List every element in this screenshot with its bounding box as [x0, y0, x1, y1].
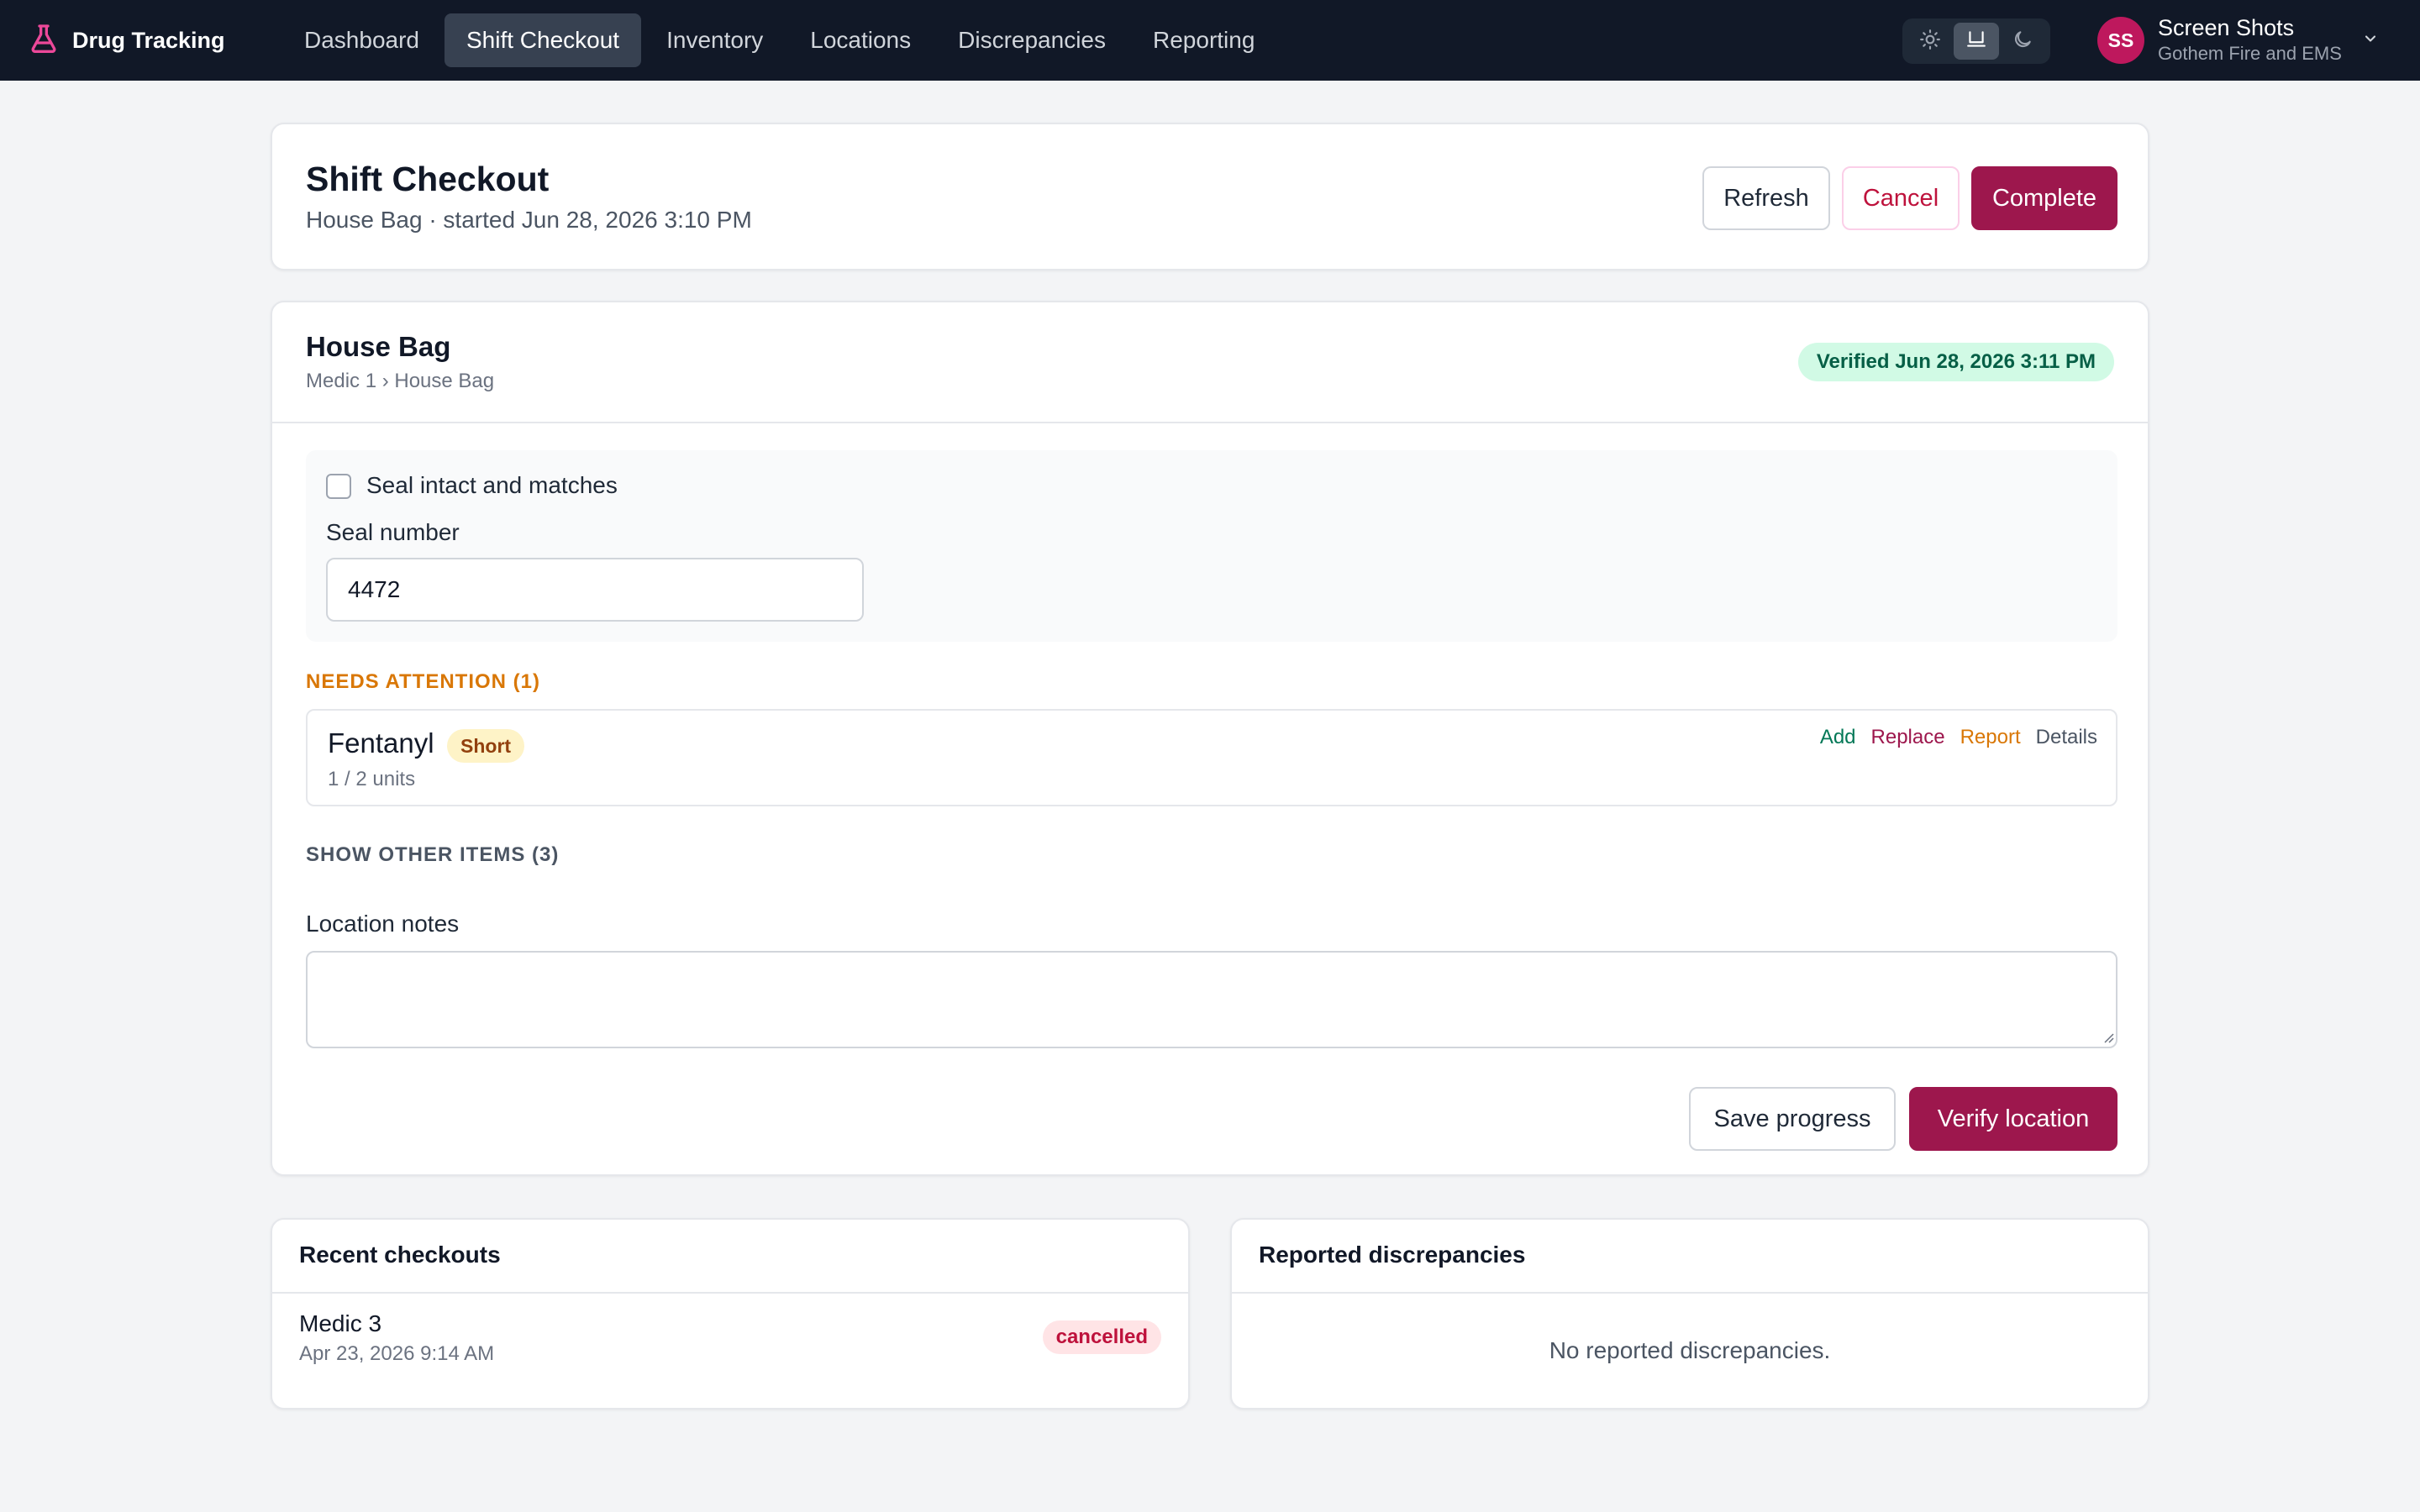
brand-name: Drug Tracking — [72, 27, 225, 53]
avatar: SS — [2097, 17, 2144, 64]
verify-location-button[interactable]: Verify location — [1909, 1087, 2118, 1151]
page-subtitle: House Bag · started Jun 28, 2026 3:10 PM — [306, 207, 752, 233]
user-menu[interactable]: SS Screen Shots Gothem Fire and EMS — [2097, 0, 2379, 81]
seal-section: Seal intact and matches Seal number 4472 — [306, 450, 2118, 642]
seal-number-label: Seal number — [326, 519, 460, 545]
refresh-button[interactable]: Refresh — [1702, 166, 1830, 230]
details-link[interactable]: Details — [2036, 726, 2097, 749]
show-other-items-toggle[interactable]: SHOW OTHER ITEMS (3) — [306, 843, 559, 867]
theme-dark-button[interactable] — [2000, 23, 2045, 60]
cancel-button[interactable]: Cancel — [1842, 166, 1960, 230]
status-badge: cancelled — [1042, 1320, 1161, 1354]
seal-number-input[interactable]: 4472 — [326, 558, 864, 622]
theme-toggle — [1902, 18, 2050, 64]
location-notes-textarea[interactable] — [306, 951, 2118, 1048]
main-nav-tabs: Dashboard Shift Checkout Inventory Locat… — [282, 13, 1280, 67]
top-nav-bar: Drug Tracking Dashboard Shift Checkout I… — [0, 0, 2420, 81]
brand[interactable]: Drug Tracking — [27, 0, 225, 81]
location-breadcrumb: Medic 1 › House Bag — [306, 370, 495, 392]
add-link[interactable]: Add — [1820, 726, 1856, 749]
save-progress-button[interactable]: Save progress — [1689, 1087, 1896, 1151]
recent-checkouts-title: Recent checkouts — [299, 1242, 501, 1268]
chevron-down-icon — [2362, 30, 2379, 51]
item-units: 1 / 2 units — [328, 768, 416, 790]
seal-intact-checkbox[interactable] — [326, 474, 351, 499]
nav-tab-reporting[interactable]: Reporting — [1131, 13, 1276, 67]
resize-grip-icon[interactable] — [2102, 1032, 2114, 1043]
location-notes-label: Location notes — [306, 911, 460, 937]
empty-state-text: No reported discrepancies. — [1549, 1337, 1831, 1363]
needs-attention-heading: NEEDS ATTENTION (1) — [306, 670, 541, 693]
report-link[interactable]: Report — [1960, 726, 2021, 749]
flask-icon — [27, 22, 60, 60]
moon-icon — [2012, 29, 2033, 55]
location-title: House Bag — [306, 331, 451, 362]
recent-checkouts-card: Recent checkouts Medic 3 Apr 23, 2026 9:… — [271, 1218, 1190, 1410]
theme-system-button[interactable] — [1953, 23, 1999, 60]
verified-badge: Verified Jun 28, 2026 3:11 PM — [1797, 343, 2114, 381]
page-title: Shift Checkout — [306, 160, 550, 198]
replace-link[interactable]: Replace — [1871, 726, 1945, 749]
status-badge: Short — [447, 729, 525, 763]
checkout-name: Medic 3 — [299, 1310, 382, 1336]
reported-discrepancies-header: Reported discrepancies — [1232, 1220, 2148, 1294]
reported-discrepancies-title: Reported discrepancies — [1259, 1242, 1526, 1268]
user-name: Screen Shots — [2158, 15, 2295, 40]
nav-tab-inventory[interactable]: Inventory — [644, 13, 785, 67]
theme-light-button[interactable] — [1907, 23, 1953, 60]
user-org: Gothem Fire and EMS — [2158, 43, 2342, 64]
location-header: House Bag Medic 1 › House Bag Verified J… — [272, 302, 2148, 423]
nav-tab-locations[interactable]: Locations — [788, 13, 933, 67]
nav-tab-discrepancies[interactable]: Discrepancies — [936, 13, 1128, 67]
item-name: Fentanyl — [328, 727, 434, 759]
item-actions: Add Replace Report Details — [1805, 726, 2097, 749]
list-item: Fentanyl Short 1 / 2 units Add Replace R… — [306, 709, 2118, 806]
recent-checkouts-header: Recent checkouts — [272, 1220, 1188, 1294]
sun-icon — [1919, 29, 1941, 55]
location-card: House Bag Medic 1 › House Bag Verified J… — [271, 301, 2149, 1176]
nav-tab-shift-checkout[interactable]: Shift Checkout — [444, 13, 642, 67]
page-header-card: Shift Checkout House Bag · started Jun 2… — [271, 123, 2149, 270]
reported-discrepancies-card: Reported discrepancies No reported discr… — [1230, 1218, 2149, 1410]
seal-intact-label[interactable]: Seal intact and matches — [366, 472, 618, 499]
checkout-date: Apr 23, 2026 9:14 AM — [299, 1342, 495, 1365]
complete-button[interactable]: Complete — [1971, 166, 2118, 230]
monitor-icon — [1965, 29, 1987, 55]
nav-tab-dashboard[interactable]: Dashboard — [282, 13, 441, 67]
